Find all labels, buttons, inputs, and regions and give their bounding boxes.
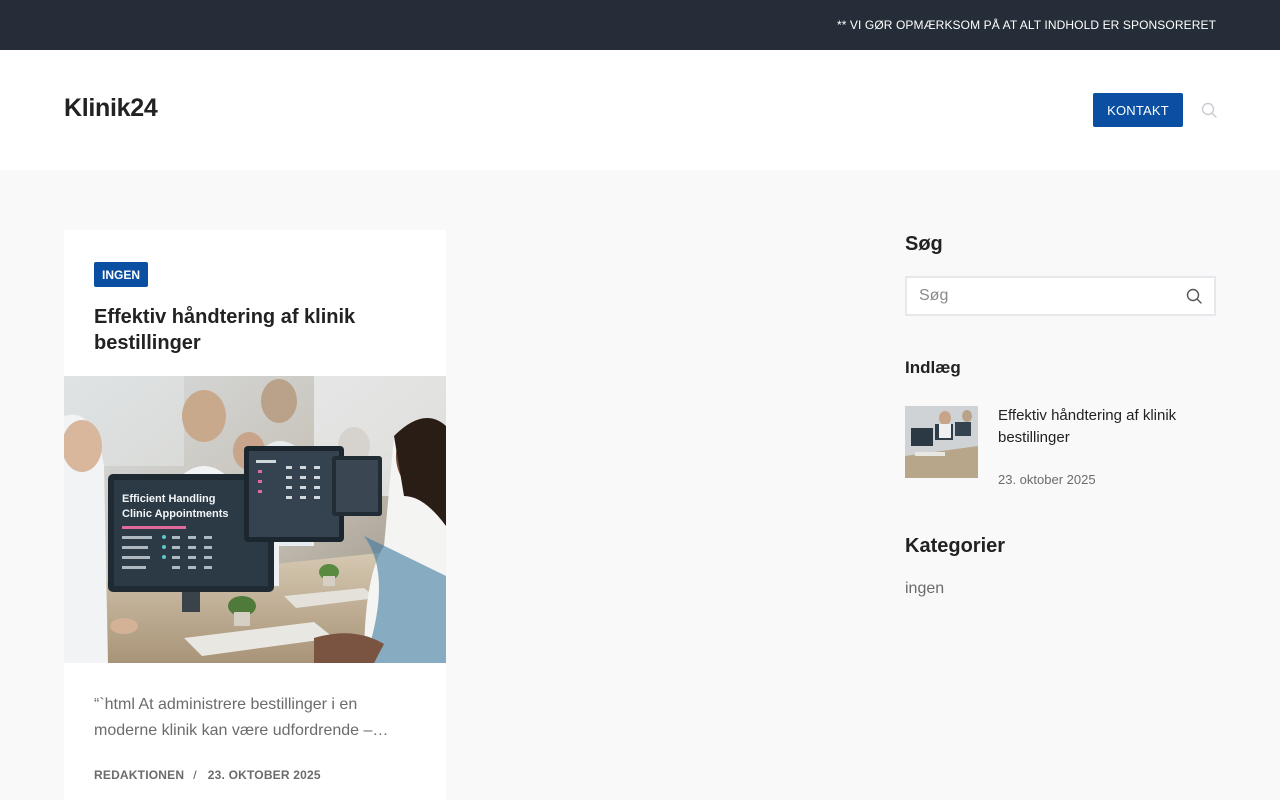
meta-separator: / <box>193 768 197 782</box>
article-excerpt: “`html At administrere bestillinger i en… <box>94 696 389 739</box>
post-thumbnail[interactable] <box>905 406 978 478</box>
posts-heading: Indlæg <box>905 358 961 377</box>
article-title[interactable]: Effektiv håndtering af klinik bestilling… <box>94 304 424 356</box>
recent-post-date: 23. oktober 2025 <box>998 472 1096 487</box>
article-author[interactable]: REDAKTIONEN <box>94 768 184 782</box>
article-meta: REDAKTIONEN / 23. OKTOBER 2025 <box>94 768 321 782</box>
site-header: Klinik24 KONTAKT <box>0 50 1280 170</box>
search-heading: Søg <box>905 233 943 255</box>
article-date: 23. OKTOBER 2025 <box>207 768 321 782</box>
category-badge[interactable]: INGEN <box>94 262 149 287</box>
contact-button[interactable]: KONTAKT <box>1093 93 1183 127</box>
category-link-ingen[interactable]: ingen <box>905 580 944 598</box>
categories-heading: Kategorier <box>905 535 1006 557</box>
search-form <box>905 276 1216 316</box>
monitor-text-line2: Clinic Appointments <box>122 508 229 520</box>
top-notice-bar: ** VI GØR OPMÆRKSOM PÅ AT ALT INDHOLD ER… <box>0 0 1280 50</box>
sponsored-notice: ** VI GØR OPMÆRKSOM PÅ AT ALT INDHOLD ER… <box>836 18 1216 32</box>
recent-post-title[interactable]: Effektiv håndtering af klinik bestilling… <box>998 405 1208 449</box>
search-icon[interactable] <box>1201 102 1217 118</box>
search-input[interactable] <box>919 278 1179 314</box>
site-logo[interactable]: Klinik24 <box>64 94 158 123</box>
article-card: INGEN Effektiv håndtering af klinik best… <box>64 230 446 800</box>
search-submit-icon[interactable] <box>1186 288 1202 304</box>
monitor-text-line1: Efficient Handling <box>122 493 216 505</box>
article-image[interactable]: Efficient Handling Clinic Appointments <box>64 376 446 663</box>
